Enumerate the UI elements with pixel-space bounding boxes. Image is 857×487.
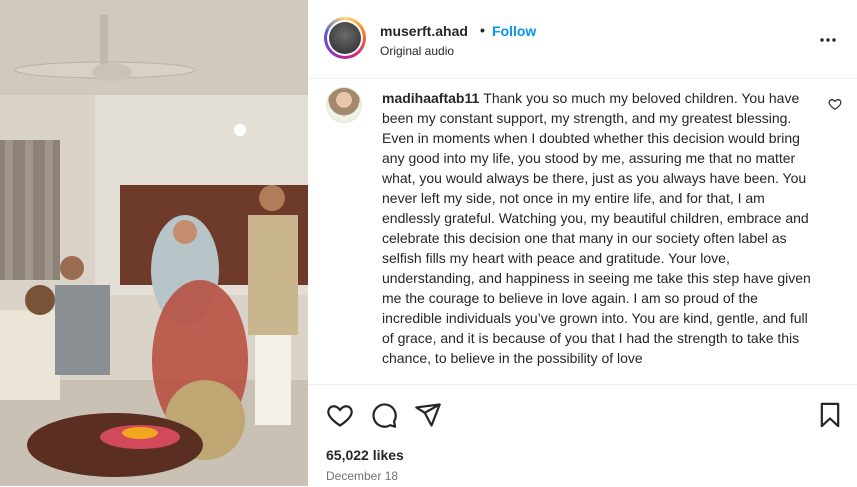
post-image[interactable] bbox=[0, 0, 308, 486]
follow-button[interactable]: Follow bbox=[492, 23, 536, 39]
separator-dot: • bbox=[480, 22, 485, 38]
post-date[interactable]: December 18 bbox=[326, 469, 398, 483]
more-options-icon[interactable] bbox=[816, 28, 840, 58]
like-heart-icon[interactable] bbox=[326, 401, 354, 434]
bookmark-icon[interactable] bbox=[816, 401, 844, 434]
comments-section[interactable]: madihaaftab11 Thank you so much my belove… bbox=[308, 79, 857, 384]
author-avatar[interactable] bbox=[324, 17, 366, 59]
post-detail-panel: muserft.ahad • Follow Original audio mad… bbox=[308, 0, 857, 486]
comment-icon[interactable] bbox=[370, 401, 398, 434]
post-actions: 65,022 likes December 18 bbox=[308, 384, 857, 487]
commenter-username[interactable]: madihaaftab11 bbox=[382, 90, 479, 106]
commenter-avatar[interactable] bbox=[326, 87, 362, 123]
share-icon[interactable] bbox=[414, 401, 442, 434]
wedding-photo bbox=[0, 0, 308, 486]
comment: madihaaftab11 Thank you so much my belove… bbox=[382, 88, 818, 368]
comment-like-heart-icon[interactable] bbox=[828, 97, 842, 116]
comment-text: Thank you so much my beloved children. Y… bbox=[382, 90, 811, 366]
post-header: muserft.ahad • Follow Original audio bbox=[308, 0, 857, 79]
likes-count[interactable]: 65,022 likes bbox=[326, 447, 404, 463]
audio-label[interactable]: Original audio bbox=[380, 44, 454, 58]
author-username[interactable]: muserft.ahad bbox=[380, 23, 468, 39]
